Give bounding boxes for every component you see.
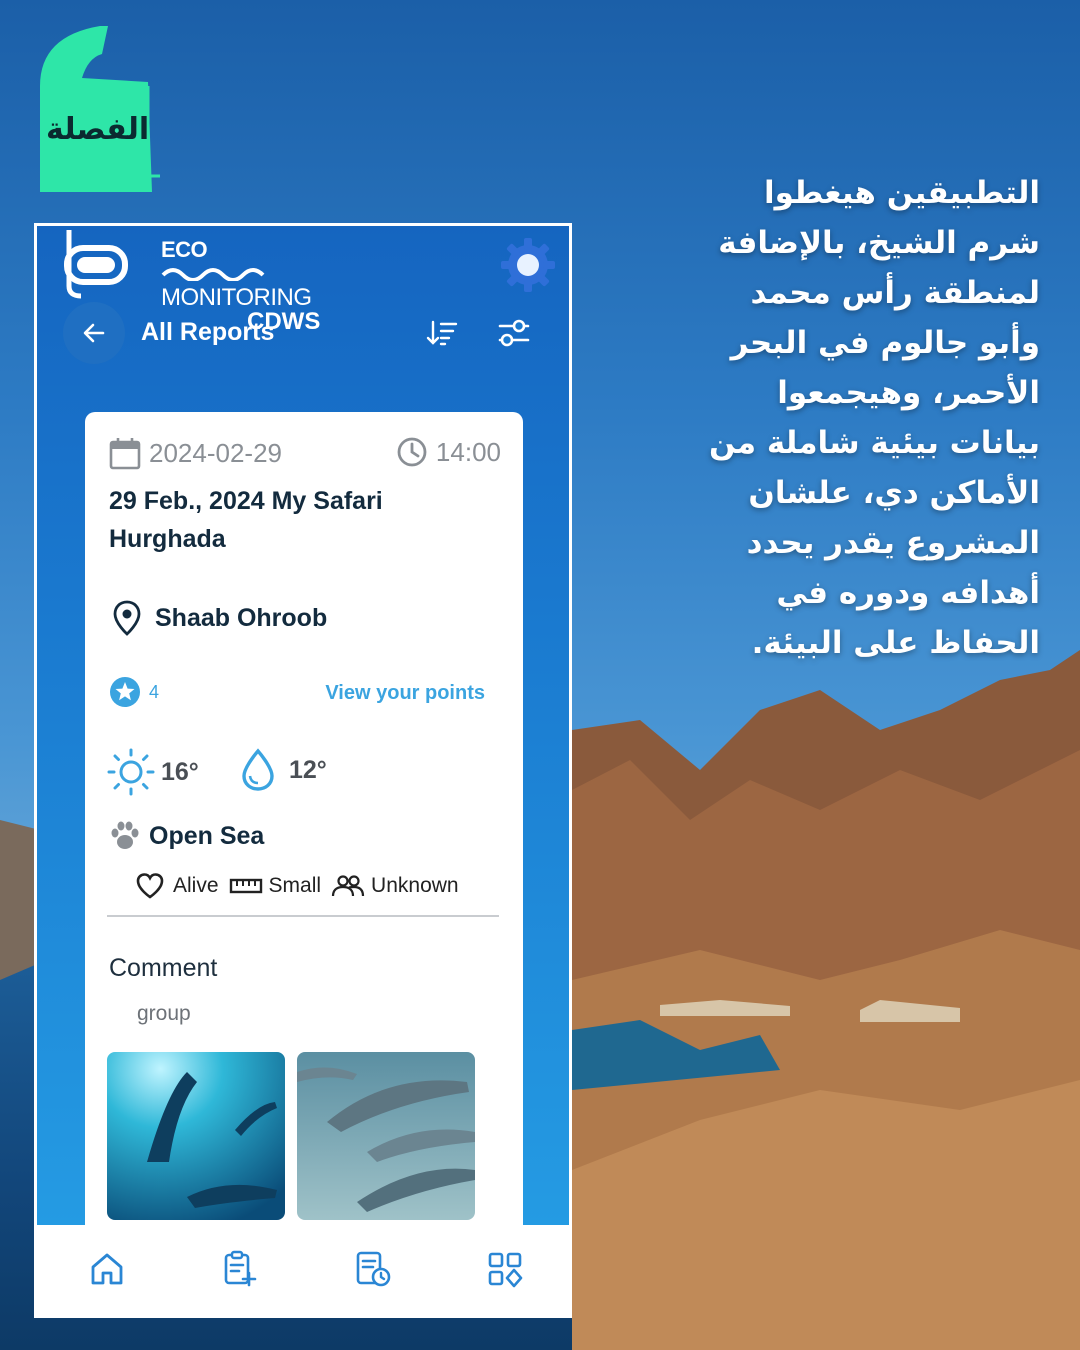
card-divider: [107, 915, 499, 917]
add-report-icon[interactable]: [219, 1249, 259, 1289]
points-summary: 4: [109, 676, 159, 708]
app-screenshot: ECO MONITORING CDWS All Reports 2024-02-…: [34, 223, 572, 1318]
report-card[interactable]: 2024-02-29 14:00 29 Feb., 2024 My Safari…: [85, 412, 523, 1242]
sun-icon: [107, 748, 155, 796]
air-temp-value: 16°: [161, 757, 199, 786]
home-icon[interactable]: [87, 1249, 127, 1289]
time-value: 14:00: [435, 436, 501, 467]
article-line: أهدافه ودوره في: [776, 575, 1040, 611]
diving-mask-icon: [64, 230, 128, 299]
article-line: شرم الشيخ، بالإضافة: [718, 225, 1040, 261]
article-line: الأماكن دي، علشان: [748, 475, 1040, 511]
article-line: الأحمر، وهيجمعوا: [777, 375, 1040, 411]
date-value: 2024-02-29: [149, 437, 282, 468]
site-name: Shaab Ohroob: [155, 603, 328, 632]
sort-icon[interactable]: [425, 316, 459, 350]
reports-history-icon[interactable]: [353, 1249, 393, 1289]
ruler-icon: [229, 878, 262, 894]
observation-tags: Alive Small Unknown: [135, 872, 459, 900]
habitat: Open Sea: [109, 820, 264, 852]
dolphins-underwater-photo[interactable]: [107, 1052, 285, 1220]
app-logo: ECO MONITORING CDWS: [59, 230, 320, 334]
report-time: 14:00: [396, 436, 501, 468]
bottom-navigation: [37, 1225, 569, 1315]
article-line: التطبيقين هيغطوا: [764, 175, 1040, 211]
gear-icon[interactable]: [499, 236, 557, 294]
water-temperature: 12°: [239, 748, 327, 792]
arrow-left-icon: [83, 323, 105, 343]
status-value: Alive: [173, 874, 219, 897]
article-line: لمنطقة رأس محمد: [750, 275, 1040, 311]
comment-label: Comment: [109, 954, 218, 982]
article-text: التطبيقين هيغطوا شرم الشيخ، بالإضافة لمن…: [650, 168, 1040, 668]
article-line: الحفاظ على البيئة.: [751, 625, 1040, 661]
air-temperature: 16°: [107, 748, 199, 796]
filter-icon[interactable]: [497, 316, 531, 350]
clock-icon: [397, 437, 427, 467]
back-button[interactable]: [63, 302, 125, 364]
habitat-value: Open Sea: [149, 821, 265, 850]
article-line: وأبو جالوم في البحر: [730, 325, 1040, 361]
apps-grid-icon[interactable]: [485, 1249, 525, 1289]
star-badge-icon: [110, 677, 140, 707]
water-temp-value: 12°: [289, 755, 327, 784]
page-title: All Reports: [141, 318, 275, 346]
article-line: المشروع يقدر يحدد: [746, 525, 1040, 561]
group-icon: [331, 875, 365, 897]
points-count: 4: [149, 681, 160, 702]
wave-icon: [161, 268, 265, 282]
dolphins-pod-photo[interactable]: [297, 1052, 475, 1220]
water-drop-icon: [242, 748, 274, 791]
report-date: 2024-02-29: [109, 436, 282, 470]
paw-icon: [111, 821, 139, 849]
view-points-link[interactable]: View your points: [325, 682, 485, 705]
size-value: Small: [268, 874, 322, 897]
heart-icon: [136, 873, 164, 899]
app-toolbar: All Reports: [63, 302, 549, 364]
report-site: Shaab Ohroob: [113, 600, 327, 636]
report-title: 29 Feb., 2024 My Safari Hurghada: [109, 487, 383, 553]
location-pin-icon: [113, 600, 141, 636]
group-value: Unknown: [371, 874, 459, 897]
calendar-icon: [109, 438, 141, 470]
comment-text: group: [137, 1002, 191, 1025]
brand-name: الفصلة: [46, 112, 150, 147]
article-line: بيانات بيئية شاملة من: [708, 425, 1040, 461]
brand-logo-icon: [40, 26, 160, 192]
logo-line-eco: ECO: [161, 237, 208, 262]
